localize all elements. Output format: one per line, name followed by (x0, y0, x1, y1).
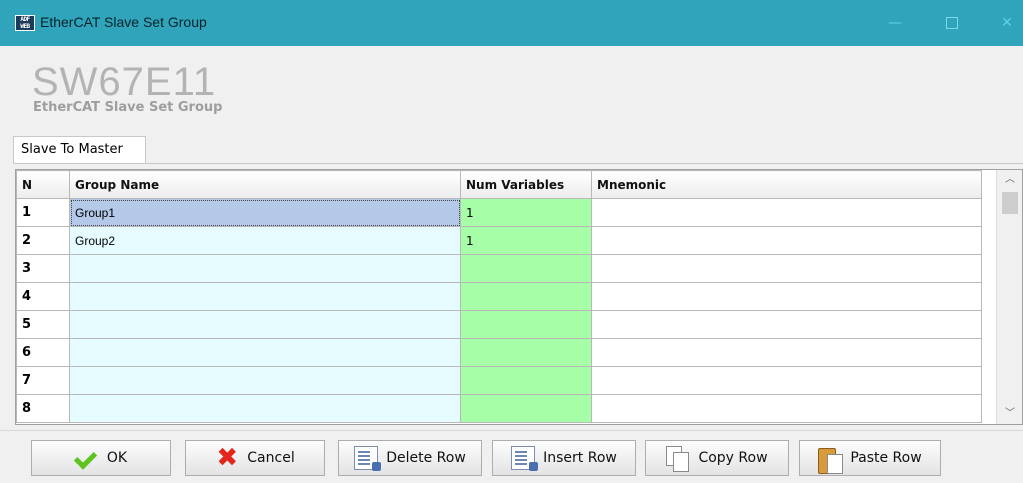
app-logo-icon: ADF WEB (15, 15, 35, 31)
num-variables-cell[interactable] (460, 282, 592, 311)
paste-row-button[interactable]: Paste Row (799, 440, 941, 476)
scroll-up-icon[interactable]: ︿ (997, 172, 1022, 188)
paste-icon (818, 446, 844, 474)
tab-slave-to-master[interactable]: Slave To Master (13, 136, 146, 163)
row-number: 7 (16, 366, 70, 395)
column-header-group-name[interactable]: Group Name (69, 170, 461, 199)
tab-divider (13, 163, 1023, 164)
table-header-row: N Group Name Num Variables Mnemonic (16, 170, 982, 199)
table-row[interactable]: 7 (16, 366, 982, 395)
ok-button-label: OK (106, 450, 128, 466)
table-row[interactable]: 1 Group1 1 (16, 198, 982, 227)
copy-row-button[interactable]: Copy Row (645, 440, 789, 476)
group-name-cell[interactable] (69, 254, 461, 283)
column-header-num-variables[interactable]: Num Variables (460, 170, 592, 199)
num-variables-cell[interactable] (460, 254, 592, 283)
checkmark-icon (75, 446, 99, 470)
product-subtitle: EtherCAT Slave Set Group (33, 100, 223, 115)
table-row[interactable]: 2 Group2 1 (16, 226, 982, 255)
product-title: SW67E11 (32, 60, 217, 104)
group-table: N Group Name Num Variables Mnemonic 1 Gr… (15, 169, 1023, 425)
minimize-icon[interactable]: — (875, 8, 915, 38)
row-number: 3 (16, 254, 70, 283)
cancel-button[interactable]: ✖ Cancel (185, 440, 325, 476)
window-title: EtherCAT Slave Set Group (40, 14, 207, 30)
num-variables-cell[interactable] (460, 366, 592, 395)
mnemonic-cell[interactable] (591, 394, 982, 423)
maximize-icon[interactable] (932, 8, 972, 38)
mnemonic-cell[interactable] (591, 338, 982, 367)
mnemonic-cell[interactable] (591, 198, 982, 227)
table-row[interactable]: 8 (16, 394, 982, 423)
row-number: 5 (16, 310, 70, 339)
table-row[interactable]: 5 (16, 310, 982, 339)
group-name-cell[interactable] (69, 310, 461, 339)
table-row[interactable]: 4 (16, 282, 982, 311)
row-number: 1 (16, 198, 70, 227)
header: SW67E11 EtherCAT Slave Set Group (0, 46, 1023, 134)
delete-row-button[interactable]: Delete Row (338, 440, 482, 476)
mnemonic-cell[interactable] (591, 226, 982, 255)
copy-row-button-label: Copy Row (698, 450, 768, 466)
row-number: 4 (16, 282, 70, 311)
insert-row-icon (511, 446, 539, 471)
cross-icon: ✖ (216, 443, 239, 473)
mnemonic-cell[interactable] (591, 310, 982, 339)
row-number: 8 (16, 394, 70, 423)
vertical-scrollbar[interactable]: ︿ ﹀ (996, 170, 1022, 424)
table-row[interactable]: 6 (16, 338, 982, 367)
button-bar: OK ✖ Cancel Delete Row Insert Row Copy R… (0, 430, 1023, 483)
insert-row-button[interactable]: Insert Row (492, 440, 636, 476)
group-name-cell[interactable] (69, 394, 461, 423)
delete-row-button-label: Delete Row (386, 450, 466, 466)
group-name-cell[interactable] (69, 338, 461, 367)
copy-icon (666, 446, 690, 472)
num-variables-cell[interactable] (460, 338, 592, 367)
mnemonic-cell[interactable] (591, 366, 982, 395)
scroll-down-icon[interactable]: ﹀ (997, 406, 1022, 422)
table-row[interactable]: 3 (16, 254, 982, 283)
column-header-n[interactable]: N (16, 170, 70, 199)
insert-row-button-label: Insert Row (543, 450, 617, 466)
ok-button[interactable]: OK (31, 440, 171, 476)
num-variables-cell[interactable] (460, 394, 592, 423)
title-bar: ADF WEB EtherCAT Slave Set Group — ✕ (0, 0, 1023, 46)
data-grid: N Group Name Num Variables Mnemonic 1 Gr… (16, 170, 982, 423)
group-name-cell[interactable]: Group1 (69, 198, 461, 227)
group-name-cell[interactable] (69, 366, 461, 395)
paste-row-button-label: Paste Row (850, 450, 922, 466)
group-name-cell[interactable] (69, 282, 461, 311)
cancel-button-label: Cancel (247, 450, 295, 466)
row-number: 6 (16, 338, 70, 367)
num-variables-cell[interactable]: 1 (460, 198, 592, 227)
num-variables-cell[interactable] (460, 310, 592, 339)
mnemonic-cell[interactable] (591, 254, 982, 283)
row-number: 2 (16, 226, 70, 255)
close-icon[interactable]: ✕ (987, 8, 1023, 38)
scrollbar-thumb[interactable] (1002, 192, 1018, 214)
mnemonic-cell[interactable] (591, 282, 982, 311)
delete-row-icon (354, 446, 382, 471)
column-header-mnemonic[interactable]: Mnemonic (591, 170, 982, 199)
num-variables-cell[interactable]: 1 (460, 226, 592, 255)
group-name-cell[interactable]: Group2 (69, 226, 461, 255)
